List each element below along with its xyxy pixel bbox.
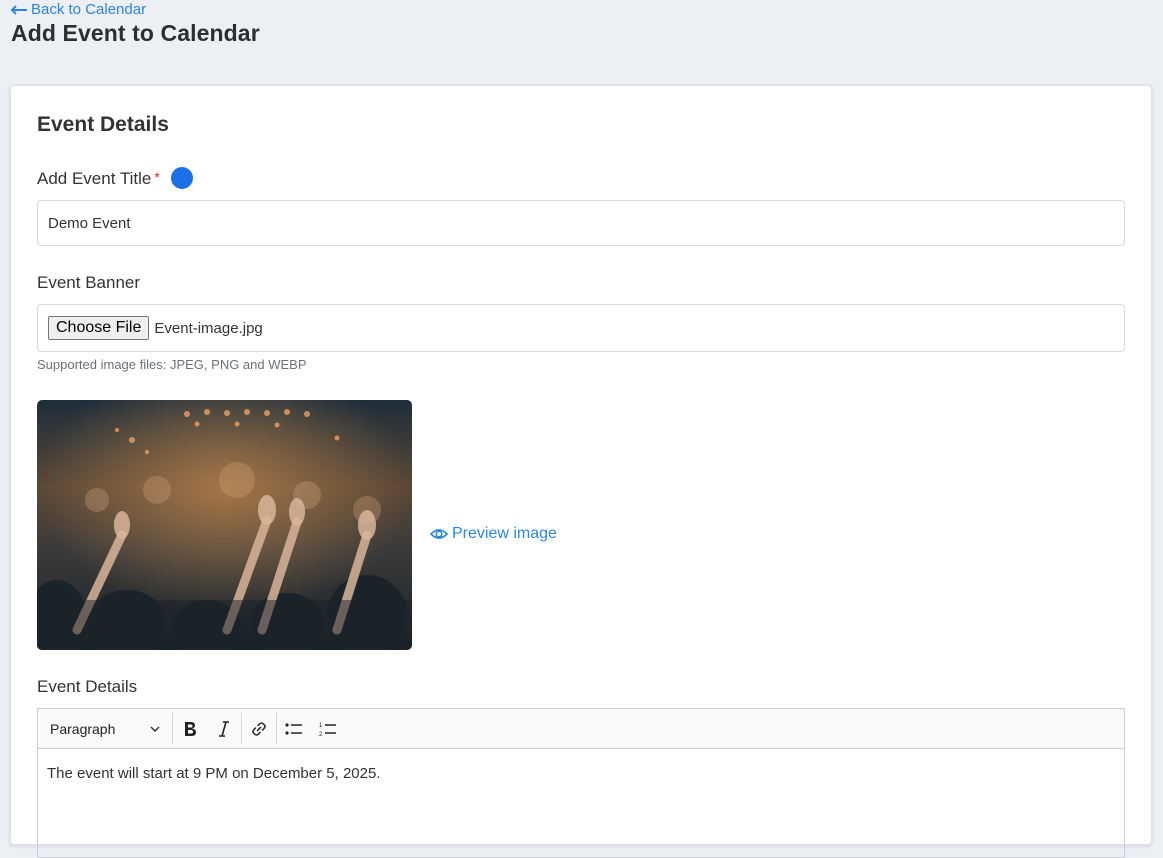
event-details-label: Event Details: [37, 677, 138, 696]
svg-text:2: 2: [319, 732, 323, 737]
bulleted-list-icon: [285, 722, 302, 735]
chevron-down-icon: [150, 725, 160, 732]
eye-icon: [430, 529, 448, 539]
bulleted-list-button[interactable]: [277, 709, 311, 748]
event-title-input[interactable]: [37, 200, 1125, 246]
numbered-list-icon: 1 2: [319, 723, 336, 737]
supported-files-hint: Supported image files: JPEG, PNG and WEB…: [37, 357, 307, 372]
link-button[interactable]: [242, 709, 276, 748]
page-title: Add Event to Calendar: [11, 20, 260, 46]
italic-button[interactable]: [207, 709, 241, 748]
event-banner-image: [37, 400, 412, 650]
info-dot-icon[interactable]: [171, 167, 193, 189]
bold-icon: [185, 721, 196, 736]
bold-button[interactable]: [173, 709, 207, 748]
back-link-label: Back to Calendar: [31, 1, 147, 18]
event-banner-label: Event Banner: [37, 273, 141, 292]
event-title-label-text: Add Event Title: [37, 169, 152, 188]
required-marker: *: [154, 169, 160, 185]
rich-text-editor: Paragraph 1 2 The event will start at 9 …: [37, 708, 1125, 858]
editor-content[interactable]: The event will start at 9 PM on December…: [38, 749, 1124, 798]
heading-select-value: Paragraph: [50, 720, 116, 737]
selected-file-name: Event-image.jpg: [154, 319, 263, 337]
event-title-label: Add Event Title *: [37, 169, 160, 189]
editor-toolbar: Paragraph 1 2: [38, 709, 1124, 749]
svg-text:1: 1: [319, 723, 323, 729]
preview-image-link[interactable]: Preview image: [430, 525, 557, 543]
numbered-list-button[interactable]: 1 2: [311, 709, 345, 748]
arrow-left-icon: [11, 4, 27, 15]
italic-icon: [219, 720, 229, 737]
heading-select[interactable]: Paragraph: [38, 709, 172, 748]
event-banner-file-input[interactable]: Choose File Event-image.jpg: [37, 304, 1125, 352]
card-title: Event Details: [37, 113, 169, 136]
choose-file-button[interactable]: Choose File: [48, 316, 150, 340]
preview-image-label: Preview image: [452, 525, 557, 542]
back-to-calendar-link[interactable]: Back to Calendar: [11, 1, 146, 18]
event-form-card: Event Details Add Event Title* Event Ban…: [10, 85, 1152, 858]
link-icon: [252, 721, 266, 736]
